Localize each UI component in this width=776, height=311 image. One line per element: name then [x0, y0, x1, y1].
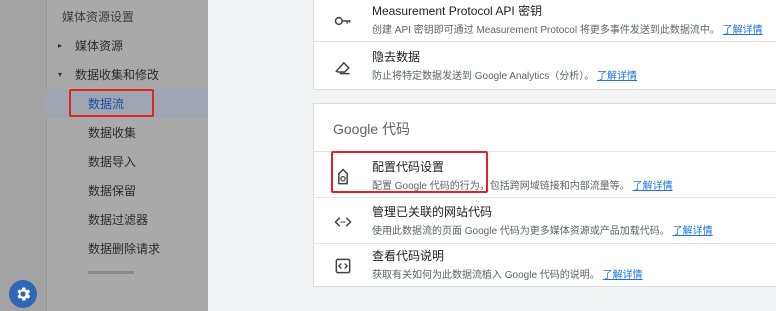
- learn-more-link[interactable]: 了解详情: [723, 25, 763, 36]
- collapse-arrow-icon[interactable]: ▾: [55, 70, 65, 79]
- row-title: 查看代码说明: [372, 249, 445, 263]
- row-description: 防止将特定数据发送到 Google Analytics（分析）。 了解详情: [372, 71, 638, 82]
- highlight-box-data-streams: [69, 89, 154, 117]
- sidebar-item-data-import[interactable]: 数据导入: [46, 147, 208, 176]
- learn-more-link[interactable]: 了解详情: [633, 181, 673, 192]
- settings-card-data-stream: Measurement Protocol API 密钥 创建 API 密钥即可通…: [313, 0, 776, 90]
- gear-icon: [17, 287, 31, 301]
- sidebar-item-data-deletion-requests[interactable]: 数据删除请求: [46, 234, 208, 263]
- row-title: 隐去数据: [372, 50, 421, 64]
- sidebar-item-data-collection[interactable]: 数据收集: [46, 118, 208, 147]
- sidebar-item-label: 媒体资源: [75, 39, 124, 53]
- card-header: Google 代码: [333, 121, 411, 137]
- learn-more-link[interactable]: 了解详情: [603, 270, 643, 281]
- sidebar-section-title: 媒体资源设置: [62, 10, 135, 24]
- learn-more-link[interactable]: 了解详情: [673, 226, 713, 237]
- settings-card-google-tag: Google 代码 配置代码设置 配置 Google 代码的行为，包括跨网域链接…: [313, 103, 776, 287]
- row-description: 使用此数据流的页面 Google 代码为更多媒体资源或产品加载代码。 了解详情: [372, 226, 713, 237]
- code-icon: [333, 212, 353, 232]
- row-description: 创建 API 密钥即可通过 Measurement Protocol 将更多事件…: [372, 25, 763, 36]
- sidebar-item-label: 数据收集: [88, 126, 137, 140]
- row-description: 获取有关如何为此数据流植入 Google 代码的说明。 了解详情: [372, 270, 643, 281]
- left-sidebar: 媒体资源设置 ▸ 媒体资源 ▾ 数据收集和修改 数据流 数据收集 数据导入 数据…: [0, 0, 208, 311]
- sidebar-item-label: 数据收集和修改: [75, 68, 160, 82]
- sidebar-item-label: 数据导入: [88, 155, 137, 169]
- icon-rail: [0, 0, 47, 311]
- divider: [314, 41, 776, 42]
- sidebar-item-label: 数据保留: [88, 184, 137, 198]
- row-title: 管理已关联的网站代码: [372, 205, 493, 219]
- code-box-icon: [333, 256, 353, 276]
- sidebar-item-data-filters[interactable]: 数据过滤器: [46, 205, 208, 234]
- sidebar-item-label: 数据删除请求: [88, 242, 161, 256]
- clipped-item: [88, 271, 134, 274]
- row-measurement-protocol[interactable]: Measurement Protocol API 密钥 创建 API 密钥即可通…: [314, 0, 776, 42]
- expand-arrow-icon[interactable]: ▸: [55, 41, 65, 50]
- learn-more-link[interactable]: 了解详情: [597, 71, 637, 82]
- row-manage-linked-site-tags[interactable]: 管理已关联的网站代码 使用此数据流的页面 Google 代码为更多媒体资源或产品…: [314, 200, 776, 243]
- highlight-box-configure-tag: [331, 151, 488, 193]
- key-icon: [333, 11, 353, 31]
- settings-button[interactable]: [9, 280, 37, 308]
- sidebar-item-label: 数据过滤器: [88, 213, 149, 227]
- sidebar-item-data-collection-modification[interactable]: ▾ 数据收集和修改: [46, 60, 208, 89]
- sidebar-item-data-retention[interactable]: 数据保留: [46, 176, 208, 205]
- row-view-tag-instructions[interactable]: 查看代码说明 获取有关如何为此数据流植入 Google 代码的说明。 了解详情: [314, 244, 776, 287]
- sidebar-item-media-resources[interactable]: ▸ 媒体资源: [46, 31, 208, 60]
- divider: [314, 197, 776, 198]
- main-content: Measurement Protocol API 密钥 创建 API 密钥即可通…: [208, 0, 776, 311]
- eraser-icon: [333, 57, 353, 77]
- row-title: Measurement Protocol API 密钥: [372, 4, 543, 18]
- row-redact-data[interactable]: 隐去数据 防止将特定数据发送到 Google Analytics（分析）。 了解…: [314, 45, 776, 88]
